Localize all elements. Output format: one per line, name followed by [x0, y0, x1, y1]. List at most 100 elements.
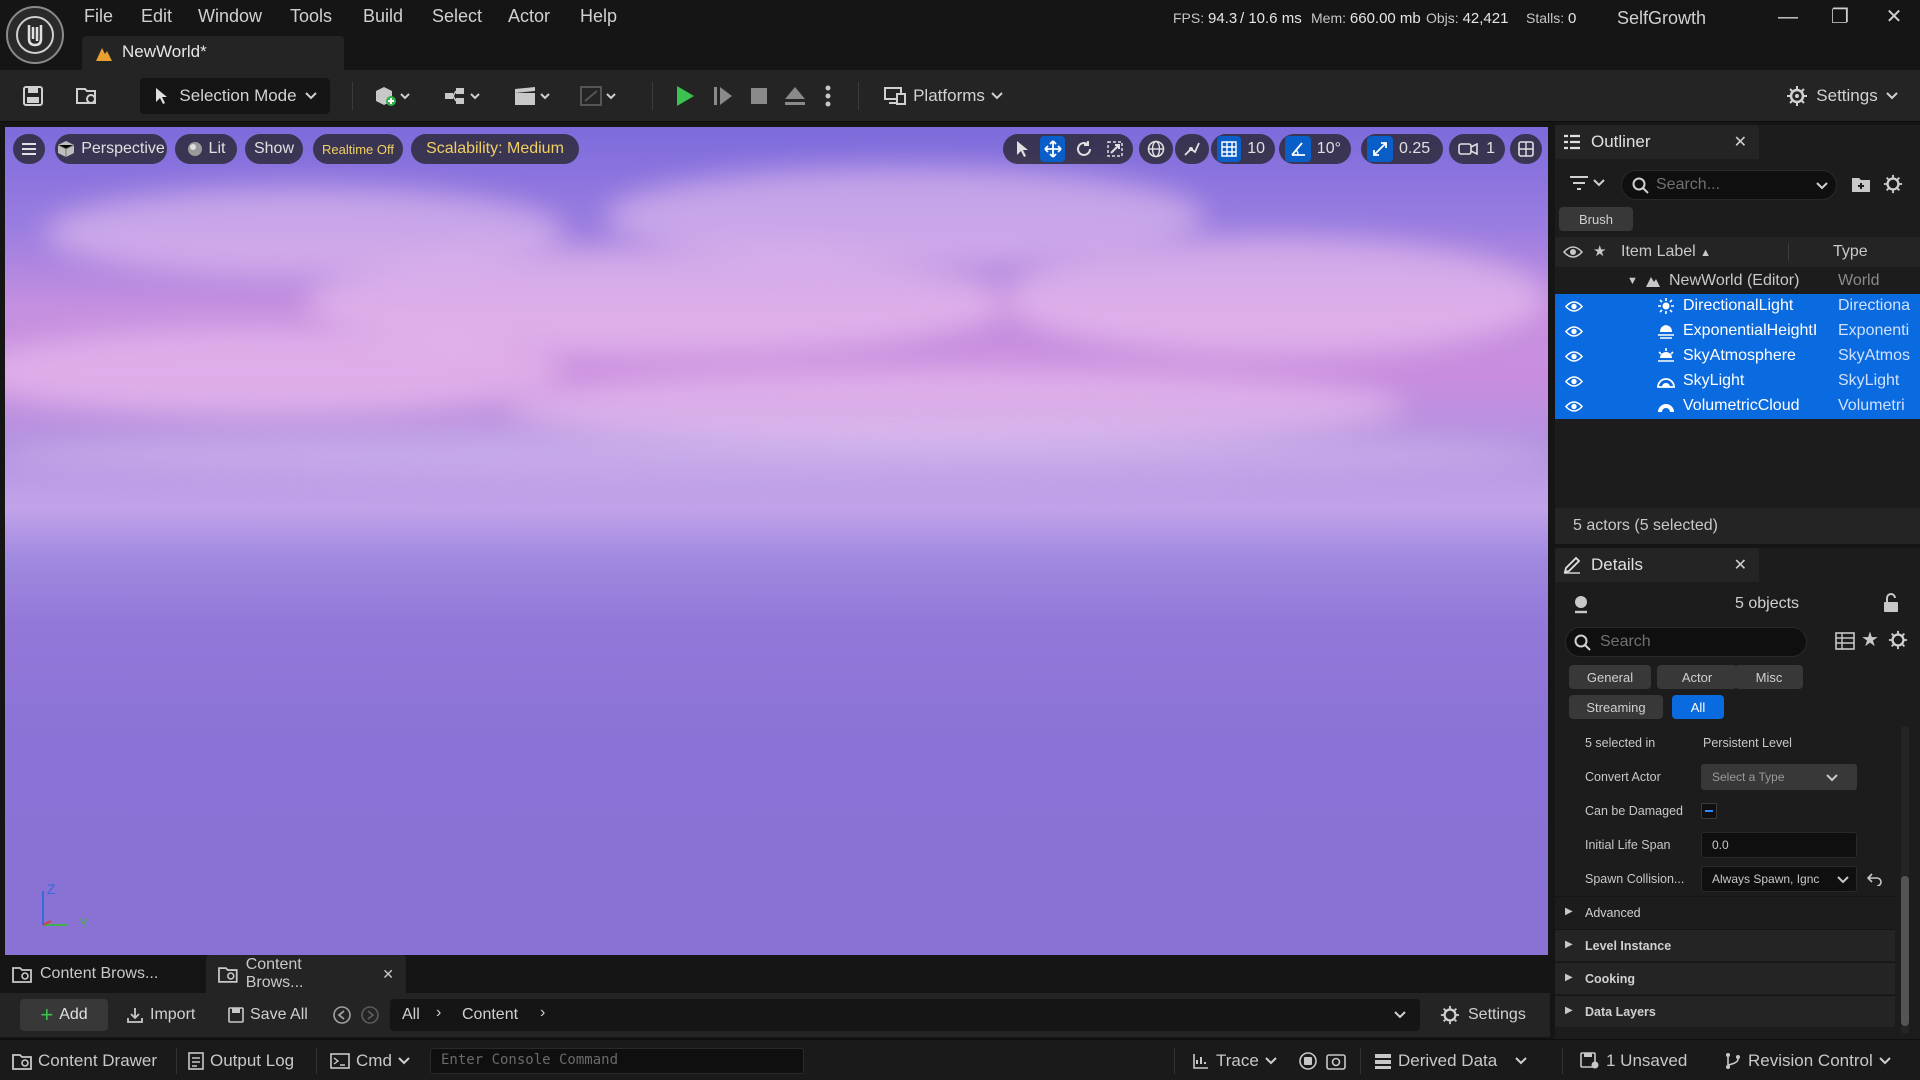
filter-dropdown[interactable] [1569, 175, 1605, 191]
outliner-row-sky-light[interactable]: SkyLight SkyLight [1555, 369, 1920, 394]
save-icon[interactable] [16, 78, 50, 114]
unsaved-button[interactable]: 1 Unsaved [1580, 1040, 1687, 1080]
viewport-menu-button[interactable] [13, 134, 45, 164]
outliner-row-world[interactable]: ▼ NewWorld (Editor) World [1555, 269, 1920, 294]
history-forward-icon[interactable] [360, 1005, 380, 1025]
level-tab[interactable]: NewWorld* [82, 36, 344, 70]
select-tool-icon[interactable] [1009, 136, 1034, 162]
output-log-button[interactable]: Output Log [188, 1040, 294, 1080]
camera-speed-group[interactable]: 1 [1449, 134, 1505, 164]
menu-window[interactable]: Window [198, 6, 262, 27]
perspective-button[interactable]: Perspective [55, 134, 167, 164]
category-level-instance[interactable]: ▶ Level Instance [1555, 929, 1895, 961]
spawn-collision-dropdown[interactable]: Always Spawn, Ignc [1701, 866, 1857, 892]
scalability-button[interactable]: Scalability: Medium [411, 134, 579, 164]
tab-content-browser-2[interactable]: Content Brows... ✕ [206, 955, 406, 993]
filter-all[interactable]: All [1672, 695, 1724, 719]
filter-streaming[interactable]: Streaming [1569, 695, 1663, 719]
selection-mode-dropdown[interactable]: Selection Mode [140, 78, 330, 114]
initial-life-span-input[interactable]: 0.0 [1701, 832, 1857, 858]
outliner-row-sky-atmosphere[interactable]: SkyAtmosphere SkyAtmos [1555, 344, 1920, 369]
outliner-row-directional-light[interactable]: DirectionalLight Directiona [1555, 294, 1920, 319]
reset-to-default-icon[interactable] [1867, 872, 1883, 886]
stop-icon[interactable] [742, 78, 776, 114]
revision-control-dropdown[interactable]: Revision Control [1724, 1040, 1891, 1080]
console-command-input[interactable]: Enter Console Command [430, 1048, 804, 1074]
outliner-row-volumetric-cloud[interactable]: VolumetricCloud Volumetri [1555, 394, 1920, 419]
menu-edit[interactable]: Edit [141, 6, 172, 27]
convert-actor-dropdown[interactable]: Select a Type [1701, 764, 1857, 790]
filter-misc[interactable]: Misc [1735, 665, 1803, 689]
lit-button[interactable]: Lit [175, 134, 237, 164]
brush-filter-chip[interactable]: Brush [1559, 207, 1633, 231]
screenshot-trace-icon[interactable] [1326, 1040, 1346, 1080]
translate-tool-icon[interactable] [1040, 136, 1065, 162]
eject-icon[interactable] [776, 78, 814, 114]
settings-dropdown[interactable]: Settings [1780, 78, 1904, 114]
menu-select[interactable]: Select [432, 6, 482, 27]
add-actor-icon[interactable] [368, 78, 418, 114]
cinematics-icon[interactable] [508, 78, 558, 114]
item-label-column[interactable]: Item Label ▲ [1621, 243, 1711, 261]
history-back-icon[interactable] [332, 1005, 352, 1025]
outliner-row-exponential-height-fog[interactable]: ExponentialHeightI Exponenti [1555, 319, 1920, 344]
level-viewport[interactable]: Perspective Lit Show Realtime Off Scalab… [5, 127, 1548, 955]
eye-icon[interactable] [1565, 350, 1583, 363]
path-content[interactable]: Content [462, 1006, 518, 1024]
grid-snap-group[interactable]: 10 [1211, 134, 1275, 164]
details-scrollbar[interactable] [1901, 726, 1909, 1034]
import-button[interactable]: Import [126, 999, 195, 1031]
path-all[interactable]: All [402, 1006, 420, 1024]
add-button[interactable]: + Add [20, 999, 108, 1031]
cmd-dropdown[interactable]: Cmd [330, 1040, 410, 1080]
filter-actor[interactable]: Actor [1657, 665, 1737, 689]
record-trace-icon[interactable] [1298, 1040, 1318, 1080]
details-tab[interactable]: Details ✕ [1555, 548, 1759, 582]
viewport-layout-button[interactable] [1510, 134, 1542, 164]
menu-tools[interactable]: Tools [290, 6, 332, 27]
platforms-dropdown[interactable]: Platforms [878, 78, 1008, 114]
unreal-logo-icon[interactable] [6, 6, 64, 64]
content-settings-button[interactable]: Settings [1440, 999, 1526, 1031]
show-button[interactable]: Show [245, 134, 303, 164]
derived-data-dropdown[interactable]: Derived Data [1374, 1040, 1527, 1080]
star-icon[interactable]: ★ [1593, 242, 1606, 260]
tab-content-browser-1[interactable]: Content Brows... [0, 955, 196, 993]
category-advanced[interactable]: ▶ Advanced [1555, 896, 1895, 928]
eye-icon[interactable] [1565, 300, 1583, 313]
blueprint-icon[interactable] [438, 78, 488, 114]
property-matrix-icon[interactable] [1835, 632, 1855, 650]
browse-content-icon[interactable] [70, 78, 104, 114]
scrollbar-thumb[interactable] [1901, 876, 1909, 1026]
trace-dropdown[interactable]: Trace [1192, 1040, 1277, 1080]
advance-frame-icon[interactable] [706, 78, 740, 114]
scale-snap-group[interactable]: 0.25 [1361, 134, 1443, 164]
surface-snap-toggle[interactable] [1175, 134, 1209, 164]
eye-icon[interactable] [1565, 325, 1583, 338]
scale-tool-icon[interactable] [1102, 136, 1127, 162]
close-tab-icon[interactable]: ✕ [382, 966, 394, 983]
eye-icon[interactable] [1565, 400, 1583, 413]
close-window-button[interactable]: ✕ [1876, 4, 1912, 30]
can-be-damaged-checkbox[interactable] [1701, 803, 1717, 819]
rotate-tool-icon[interactable] [1071, 136, 1096, 162]
eye-icon[interactable] [1563, 245, 1583, 259]
save-all-button[interactable]: Save All [228, 999, 308, 1031]
expand-triangle-icon[interactable]: ▼ [1627, 275, 1638, 287]
close-icon[interactable]: ✕ [1734, 132, 1747, 152]
play-icon[interactable] [668, 78, 702, 114]
path-breadcrumb[interactable]: All › Content › [390, 999, 1420, 1031]
lock-open-icon[interactable] [1881, 592, 1901, 614]
category-data-layers[interactable]: ▶ Data Layers [1555, 995, 1895, 1027]
menu-actor[interactable]: Actor [508, 6, 550, 27]
type-column[interactable]: Type [1833, 243, 1868, 261]
play-options-icon[interactable] [816, 78, 840, 114]
minimize-button[interactable]: — [1770, 4, 1806, 30]
outliner-settings-icon[interactable] [1883, 174, 1903, 194]
eye-icon[interactable] [1565, 375, 1583, 388]
realtime-off-button[interactable]: Realtime Off [313, 134, 403, 164]
filter-general[interactable]: General [1569, 665, 1651, 689]
content-drawer-button[interactable]: Content Drawer [12, 1040, 157, 1080]
menu-help[interactable]: Help [580, 6, 617, 27]
close-icon[interactable]: ✕ [1734, 555, 1747, 575]
